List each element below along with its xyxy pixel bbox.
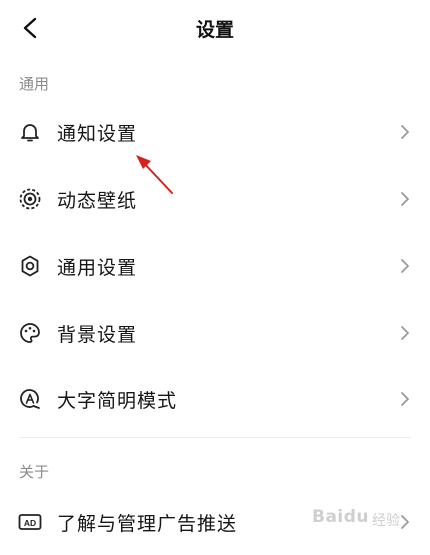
ad-icon: AD [18,510,42,534]
chevron-right-icon [399,190,411,208]
section-label-about: 关于 [19,463,50,481]
section-divider [19,437,411,438]
bell-icon [18,120,42,144]
settings-row-notifications[interactable]: 通知设置 [0,99,430,165]
settings-row-label: 了解与管理广告推送 [57,512,238,535]
settings-row-large-font[interactable]: 大字简明模式 [0,366,430,432]
large-font-icon [18,387,42,411]
gear-icon [18,254,42,278]
settings-row-label: 通知设置 [57,122,138,145]
live-wallpaper-icon [18,187,42,211]
page-title: 设置 [195,19,234,41]
settings-row-background[interactable]: 背景设置 [0,300,430,366]
chevron-right-icon [399,257,411,275]
chevron-right-icon [399,123,411,141]
svg-text:AD: AD [24,518,36,528]
chevron-right-icon [399,324,411,342]
section-label-general: 通用 [19,75,50,93]
settings-row-general[interactable]: 通用设置 [0,233,430,299]
settings-row-live-wallpaper[interactable]: 动态壁纸 [0,166,430,232]
header-bar: 设置 [0,0,430,60]
watermark-sub: 经验 [372,513,400,529]
settings-row-label: 背景设置 [57,323,138,346]
palette-icon [18,321,42,345]
settings-row-label: 动态壁纸 [57,189,138,212]
settings-row-label: 通用设置 [57,256,138,279]
baidu-watermark: Baidu 经验 [312,503,420,543]
watermark-brand: Baidu [312,507,370,527]
settings-row-label: 大字简明模式 [57,389,178,412]
chevron-right-icon [399,390,411,408]
